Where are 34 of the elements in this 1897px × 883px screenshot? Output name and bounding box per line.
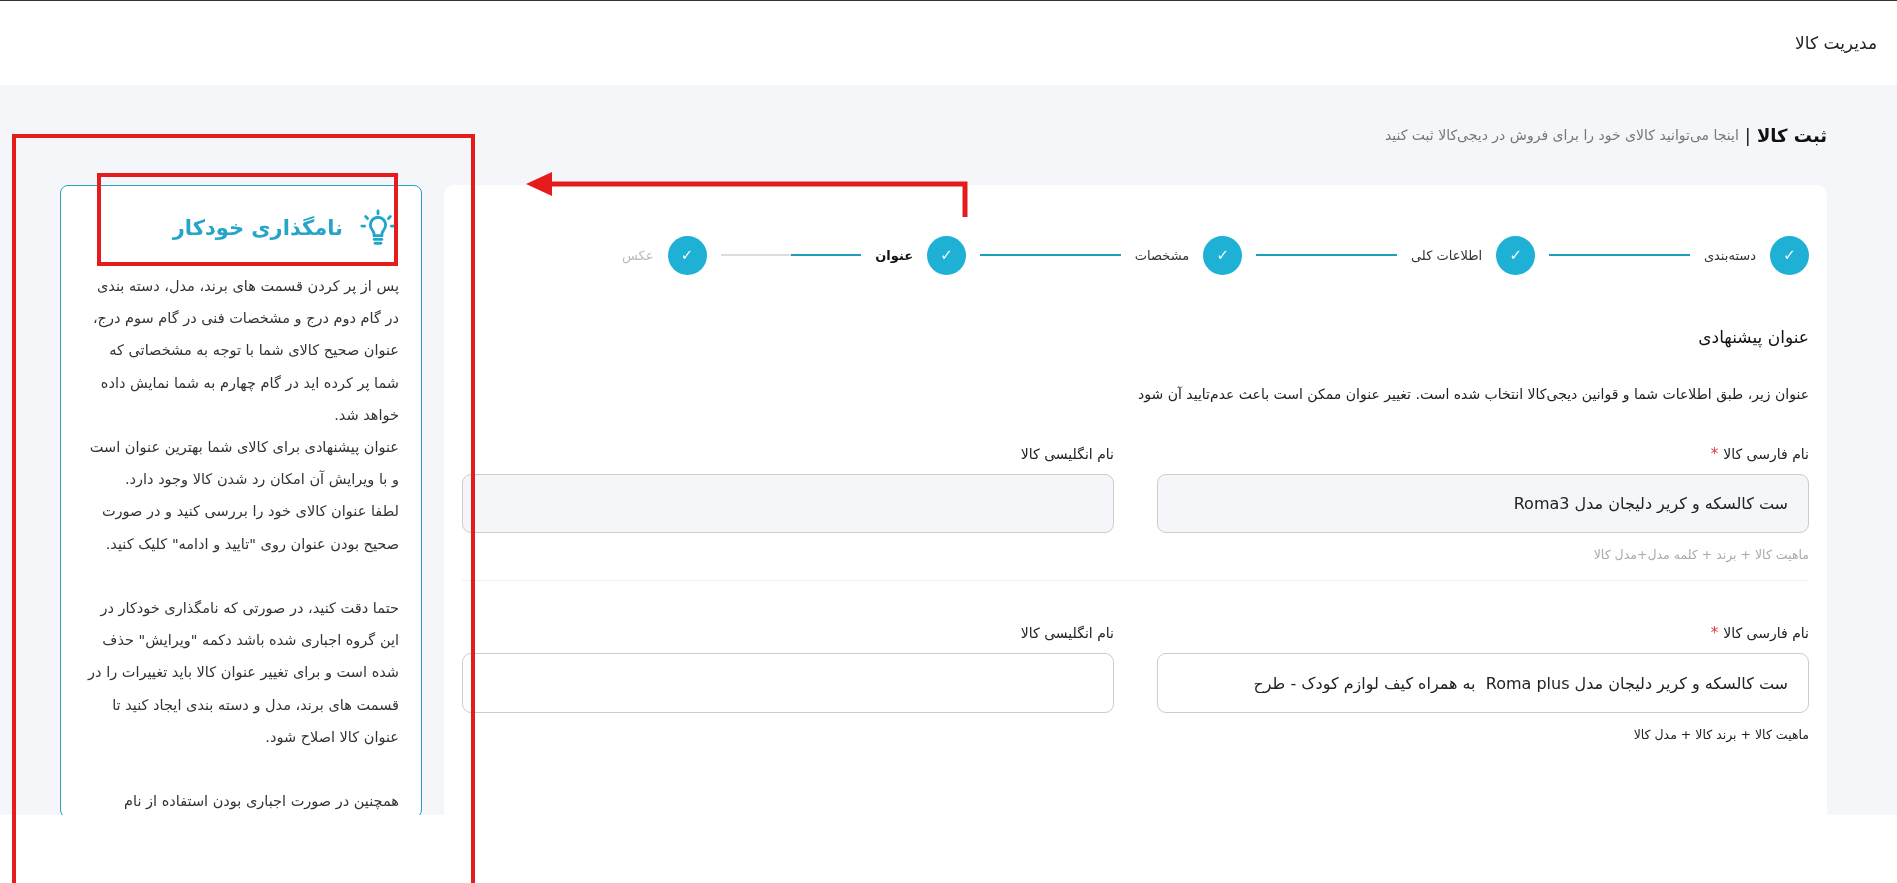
separator-text: |	[1744, 124, 1751, 146]
step-label[interactable]: عنوان	[875, 247, 914, 263]
step-label[interactable]: دسته‌بندی	[1703, 247, 1756, 263]
field-hint: ماهیت کالا + برند کالا + مدل کالا	[1632, 727, 1809, 742]
field-hint: ماهیت کالا + برند + کلمه مدل+مدل کالا	[1592, 547, 1809, 562]
step-label[interactable]: مشخصات	[1134, 247, 1190, 263]
step-check-icon: ✓	[1770, 235, 1809, 275]
page-subtitle: اینجا می‌توانید کالای خود را برای فروش در دیجی‌کالا ثبت کنید	[1384, 127, 1739, 143]
help-paragraph: عنوان پیشنهادی برای کالای شما بهترین عنوان است و با ویرایش آن امکان رد شدن کالا وجود دارد.	[88, 438, 399, 490]
panel-title: نامگذاری خودکار	[172, 216, 343, 240]
required-mark: *	[1710, 445, 1719, 463]
field-label: نام انگلیسی کالا	[1020, 625, 1114, 641]
persian-name-field[interactable]: ست کالسکه و کریر دلیجان مدل Roma plus به همراه کیف لوازم کودک - طرح	[1157, 653, 1809, 713]
required-mark: *	[1710, 624, 1719, 642]
page-heading: ثبت کالا	[1756, 124, 1827, 146]
step-check-icon: ✓	[1203, 235, 1243, 275]
step-label[interactable]: اطلاعات کلی	[1411, 247, 1483, 263]
step-check-icon: ✓	[927, 235, 967, 275]
english-name-field[interactable]	[462, 653, 1114, 713]
field-label: نام انگلیسی کالا	[1020, 446, 1114, 462]
step-check-icon: ✓	[667, 235, 707, 275]
step-check-icon: ✓	[1496, 235, 1536, 275]
section-description: عنوان زیر، طبق اطلاعات شما و قوانین دیجی‌کالا انتخاب شده است. تغییر عنوان ممکن است باعث عدم‌تایید آن شود	[1137, 386, 1809, 402]
field-label: نام فارسی کالا	[1723, 446, 1809, 462]
persian-name-field[interactable]: ست کالسکه و کریر دلیجان مدل Roma3	[1157, 474, 1809, 533]
section-title: عنوان پیشنهادی	[1697, 327, 1809, 347]
help-paragraph: حتما دقت کنید، در صورتی که نامگذاری خودکار در این گروه اجباری شده باشد دکمه "ویرایش" حذف شده است و برای تغییر عنوان کالا باید تغییرات را در قسمت های برند، مدل و دسته بندی ایجاد کنید تا عنوان کالا اصلاح شود.	[86, 599, 399, 748]
help-paragraph: همچنین در صورت اجباری بودن استفاده از نام	[123, 792, 399, 812]
page-title: مدیریت کالا	[1795, 33, 1877, 53]
field-label: نام فارسی کالا	[1723, 625, 1809, 641]
help-paragraph: پس از پر کردن قسمت های برند، مدل، دسته بندی در گام دوم درج و مشخصات فنی در گام سوم درج، عنوان صحیح کالای شما با توجه به مشخصاتی که شما پر کرده اید در گام چهارم به شما نمایش داده خواهد شد.	[91, 277, 399, 426]
lightbulb-icon	[359, 209, 397, 247]
english-name-field[interactable]	[462, 474, 1114, 533]
help-paragraph: لطفا عنوان کالای خود را بررسی کنید و در صورت صحیح بودن عنوان روی "تایید و ادامه" کلیک کنید.	[100, 502, 399, 555]
